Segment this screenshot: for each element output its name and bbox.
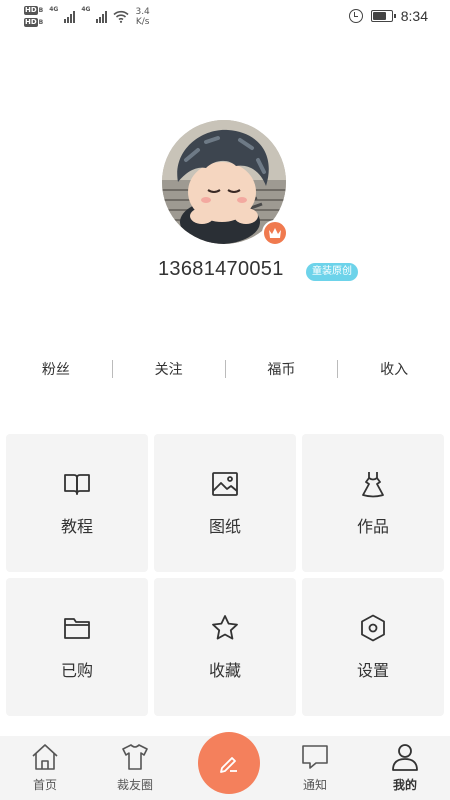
alarm-icon <box>348 9 363 23</box>
signal-icon <box>64 10 76 23</box>
clock: 8:34 <box>400 8 428 24</box>
stat-label: 收入 <box>380 362 409 378</box>
net-speed-unit: K/s <box>135 16 150 27</box>
stat-label: 粉丝 <box>41 362 70 378</box>
stat-label: 福币 <box>267 362 296 378</box>
stat-following[interactable]: 关注 <box>113 354 225 384</box>
stat-income[interactable]: 收入 <box>338 354 450 384</box>
user-phone-number: 13681470051 <box>158 258 284 280</box>
wifi-icon <box>113 10 130 23</box>
hd-icon: HD <box>24 18 38 27</box>
network-type-label: 4G <box>81 6 91 13</box>
role-badge: 童装原创 <box>306 263 358 281</box>
tile-label: 收藏 <box>208 661 241 680</box>
tile-label: 已购 <box>60 661 93 680</box>
tile-label: 图纸 <box>208 517 241 536</box>
hd-icon: HD <box>24 6 38 15</box>
tile-label: 作品 <box>356 517 389 536</box>
menu-grid: 教程 图纸 作品 已购 收藏 设置 <box>6 434 444 716</box>
nav-home[interactable]: 首页 <box>0 736 90 800</box>
tile-label: 设置 <box>356 661 389 680</box>
crown-badge-icon <box>262 220 288 246</box>
nav-circle[interactable]: 裁友圈 <box>90 736 180 800</box>
stat-label: 关注 <box>154 362 183 378</box>
nav-label: 我的 <box>392 778 417 792</box>
stat-coins[interactable]: 福币 <box>226 354 338 384</box>
tile-label: 教程 <box>60 517 93 536</box>
nav-label: 通知 <box>302 778 327 792</box>
settings-hexagon-icon <box>361 614 385 642</box>
battery-icon <box>370 10 396 22</box>
nav-notifications[interactable]: 通知 <box>270 736 360 800</box>
star-icon <box>212 615 238 640</box>
dress-icon <box>362 472 384 498</box>
signal-icon <box>96 10 108 23</box>
pencil-icon <box>220 757 237 773</box>
status-left: HD B HD B 4G 4G 3.4 K/s <box>24 6 150 27</box>
nav-label: 首页 <box>32 778 57 792</box>
tile-favorites[interactable]: 收藏 <box>154 578 296 716</box>
message-icon <box>302 745 328 769</box>
hd-sub-label: B <box>38 19 44 26</box>
nav-mine[interactable]: 我的 <box>360 736 450 800</box>
net-speed-value: 3.4 <box>135 6 150 17</box>
stat-fans[interactable]: 粉丝 <box>0 354 112 384</box>
status-right: 8:34 <box>348 8 428 24</box>
tile-purchased[interactable]: 已购 <box>6 578 148 716</box>
hd-indicators: HD B HD B <box>24 6 43 27</box>
tile-settings[interactable]: 设置 <box>302 578 444 716</box>
network-type-label: 4G <box>49 6 59 13</box>
tile-patterns[interactable]: 图纸 <box>154 434 296 572</box>
tile-works[interactable]: 作品 <box>302 434 444 572</box>
home-icon <box>32 744 58 770</box>
person-icon <box>392 744 418 771</box>
stats-bar: 粉丝 关注 福币 收入 <box>0 354 450 384</box>
book-icon <box>64 474 90 495</box>
hd-sub-label: B <box>38 7 44 14</box>
image-icon <box>212 472 238 496</box>
status-bar: HD B HD B 4G 4G 3.4 K/s 8:34 <box>0 0 450 34</box>
net-speed: 3.4 K/s <box>135 7 149 27</box>
compose-button[interactable] <box>198 732 260 794</box>
shirt-icon <box>122 744 148 770</box>
tile-tutorials[interactable]: 教程 <box>6 434 148 572</box>
nav-label: 裁友圈 <box>116 778 153 792</box>
folder-icon <box>64 618 90 639</box>
